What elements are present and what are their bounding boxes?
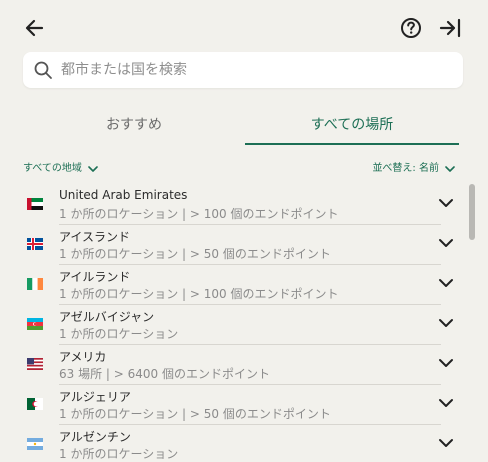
arrow-right-bar-icon[interactable] [438,15,464,41]
filter-bar: すべての地域 並べ替え: 名前 [23,160,459,178]
search-box[interactable] [23,52,463,88]
location-name: アルゼンチン [59,430,131,444]
location-detail: 1 か所のロケーション [59,327,179,341]
sort-label: 並べ替え: 名前 [372,163,439,174]
location-row-argentina[interactable]: アルゼンチン 1 か所のロケーション [23,424,463,462]
location-name: United Arab Emirates [59,188,188,202]
region-filter-label: すべての地域 [23,163,82,174]
location-name: アイスランド [59,230,131,244]
search-icon [34,61,52,79]
location-row-usa[interactable]: アメリカ 63 場所 | > 6400 個のエンドポイント [23,344,463,384]
chevron-down-icon[interactable] [437,436,455,450]
question-circle-icon[interactable] [398,15,424,41]
location-detail: 1 か所のロケーション [59,447,179,461]
list-scrollbar[interactable] [469,184,475,240]
active-tab-indicator [245,143,459,145]
chevron-down-icon[interactable] [437,196,455,210]
uae-flag-icon [27,198,43,210]
tab-bar: おすすめ すべての場所 [23,106,459,146]
location-detail: 1 か所のロケーション | > 100 個のエンドポイント [59,207,339,221]
location-row-uae[interactable]: United Arab Emirates 1 か所のロケーション | > 100… [23,184,463,224]
arrow-left-icon[interactable] [22,15,48,41]
location-name: アルジェリア [59,390,131,404]
location-row-ireland[interactable]: アイルランド 1 か所のロケーション | > 100 個のエンドポイント [23,264,463,304]
chevron-down-icon[interactable] [437,356,455,370]
location-list: United Arab Emirates 1 か所のロケーション | > 100… [23,184,463,462]
location-detail: 1 か所のロケーション | > 100 個のエンドポイント [59,287,339,301]
iceland-flag-icon [27,238,43,250]
tab-recommended[interactable]: おすすめ [23,106,245,144]
ireland-flag-icon [27,278,43,290]
region-filter-dropdown[interactable]: すべての地域 [23,160,98,178]
chevron-down-icon[interactable] [437,316,455,330]
chevron-down-icon[interactable] [437,396,455,410]
location-name: アゼルバイジャン [59,310,155,324]
location-detail: 1 か所のロケーション | > 50 個のエンドポイント [59,407,331,421]
location-name: アメリカ [59,350,107,364]
tab-all-locations[interactable]: すべての場所 [245,106,459,144]
algeria-flag-icon [27,398,43,410]
usa-flag-icon [27,358,43,370]
azerbaijan-flag-icon [27,318,43,330]
search-input[interactable] [61,52,451,88]
location-row-iceland[interactable]: アイスランド 1 か所のロケーション | > 50 個のエンドポイント [23,224,463,264]
location-detail: 63 場所 | > 6400 個のエンドポイント [59,367,270,381]
location-name: アイルランド [59,270,131,284]
chevron-down-icon [445,165,455,172]
location-detail: 1 か所のロケーション | > 50 個のエンドポイント [59,247,331,261]
top-bar [0,0,488,56]
chevron-down-icon[interactable] [437,276,455,290]
chevron-down-icon [88,165,98,172]
chevron-down-icon[interactable] [437,236,455,250]
location-row-algeria[interactable]: アルジェリア 1 か所のロケーション | > 50 個のエンドポイント [23,384,463,424]
argentina-flag-icon [27,438,43,450]
sort-dropdown[interactable]: 並べ替え: 名前 [372,160,455,178]
location-row-azerbaijan[interactable]: アゼルバイジャン 1 か所のロケーション [23,304,463,344]
